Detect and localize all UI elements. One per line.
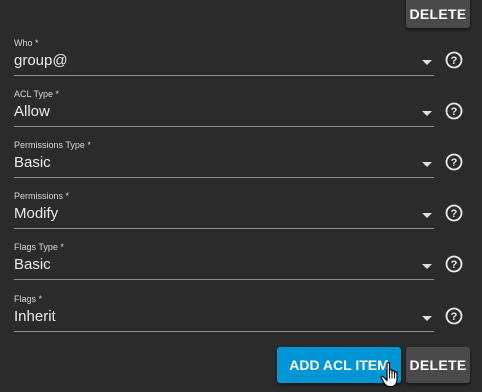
who-label: Who * <box>14 38 39 48</box>
help-circle-icon[interactable]: ? <box>445 255 463 273</box>
help-circle-icon[interactable]: ? <box>445 204 463 222</box>
flags-label: Flags * <box>14 294 43 304</box>
permissions-label: Permissions * <box>14 191 70 201</box>
flags-type-select[interactable]: Basic <box>14 255 434 280</box>
svg-text:?: ? <box>451 157 458 169</box>
svg-text:?: ? <box>451 55 458 67</box>
acl-type-label: ACL Type * <box>14 89 60 99</box>
flags-field: Flags * Inherit ? <box>14 294 464 340</box>
who-field: Who * group@ ? <box>14 38 464 84</box>
help-circle-icon[interactable]: ? <box>445 102 463 120</box>
acl-type-value: Allow <box>14 103 50 120</box>
svg-text:?: ? <box>451 208 458 220</box>
permissions-type-field: Permissions Type * Basic ? <box>14 140 464 186</box>
permissions-type-select[interactable]: Basic <box>14 153 434 178</box>
acl-type-field: ACL Type * Allow ? <box>14 89 464 135</box>
chevron-down-icon <box>422 213 432 218</box>
who-select[interactable]: group@ <box>14 51 434 76</box>
who-value: group@ <box>14 52 68 69</box>
chevron-down-icon <box>422 162 432 167</box>
permissions-field: Permissions * Modify ? <box>14 191 464 237</box>
flags-select[interactable]: Inherit <box>14 307 434 332</box>
acl-type-select[interactable]: Allow <box>14 102 434 127</box>
chevron-down-icon <box>422 264 432 269</box>
svg-text:?: ? <box>451 259 458 271</box>
help-circle-icon[interactable]: ? <box>445 153 463 171</box>
help-circle-icon[interactable]: ? <box>445 51 463 69</box>
chevron-down-icon <box>422 60 432 65</box>
permissions-type-label: Permissions Type * <box>14 140 91 150</box>
help-circle-icon[interactable]: ? <box>445 307 463 325</box>
chevron-down-icon <box>422 316 432 321</box>
svg-text:?: ? <box>451 106 458 118</box>
flags-type-label: Flags Type * <box>14 242 64 252</box>
permissions-value: Modify <box>14 205 59 222</box>
delete-button-top[interactable]: DELETE <box>406 0 470 28</box>
flags-type-field: Flags Type * Basic ? <box>14 242 464 288</box>
hand-pointer-icon <box>380 361 398 388</box>
chevron-down-icon <box>422 111 432 116</box>
permissions-select[interactable]: Modify <box>14 204 434 229</box>
svg-text:?: ? <box>451 311 458 323</box>
flags-value: Inherit <box>14 308 56 325</box>
delete-button-bottom[interactable]: DELETE <box>406 347 470 383</box>
permissions-type-value: Basic <box>14 154 51 171</box>
flags-type-value: Basic <box>14 256 51 273</box>
